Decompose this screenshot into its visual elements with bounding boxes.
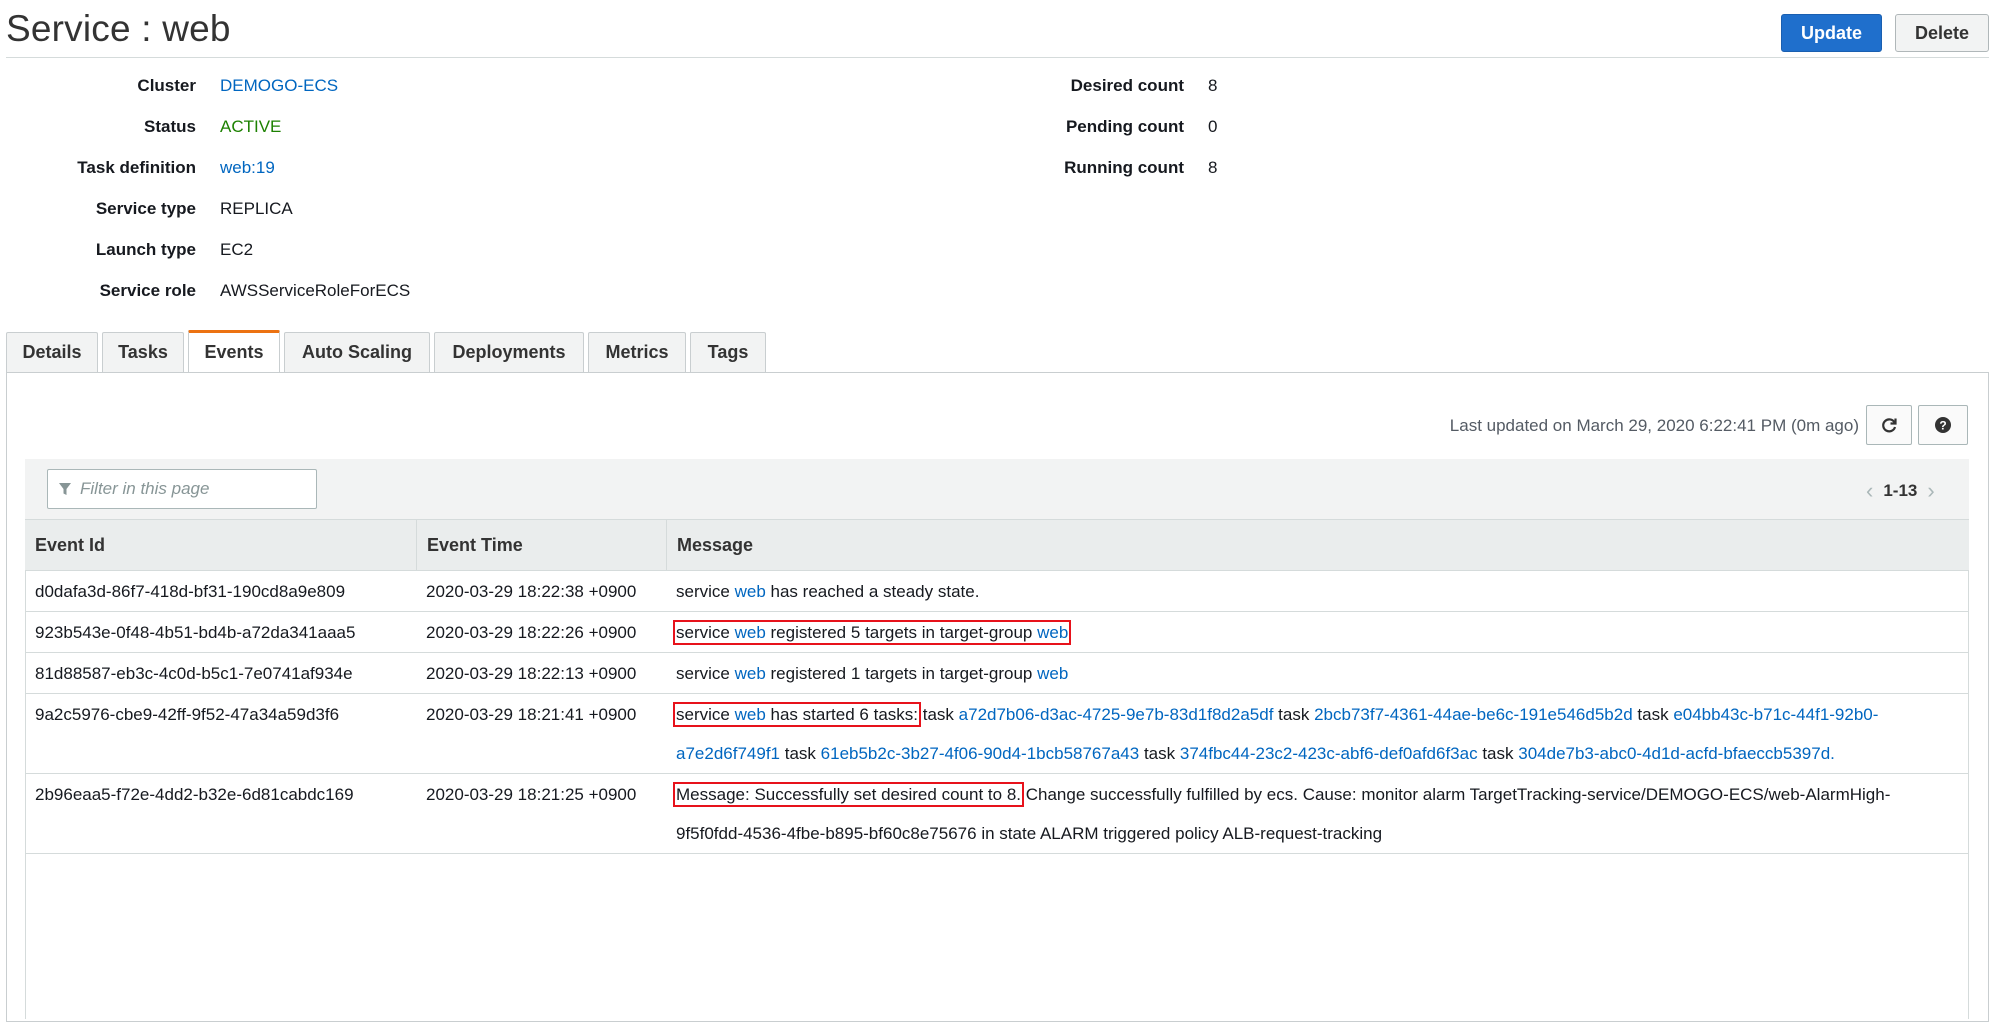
detail-label: Service type bbox=[95, 199, 196, 218]
message-link[interactable]: web bbox=[735, 664, 766, 683]
message-link[interactable]: web bbox=[735, 623, 766, 642]
message-link[interactable]: a72d7b06-d3ac-4725-9e7b-83d1f8d2a5df bbox=[959, 705, 1274, 724]
pagination: ‹ 1-13 › bbox=[1866, 478, 1935, 504]
message-cell: service web has started 6 tasks: task a7… bbox=[673, 702, 1879, 763]
column-header-event-time[interactable]: Event Time bbox=[416, 520, 666, 570]
page-range: 1-13 bbox=[1883, 481, 1918, 500]
event-time-cell: 2020-03-29 18:21:41 +0900 bbox=[426, 705, 637, 724]
table-body: d0dafa3d-86f7-418d-bf31-190cd8a9e809 2020… bbox=[25, 571, 1969, 854]
detail-label: Service role bbox=[99, 281, 196, 300]
message-link[interactable]: web bbox=[735, 705, 766, 724]
event-id-cell: 9a2c5976-cbe9-42ff-9f52-47a34a59d3f6 bbox=[35, 705, 340, 724]
delete-button[interactable]: Delete bbox=[1895, 14, 1989, 52]
help-button[interactable]: ? bbox=[1918, 405, 1968, 445]
running-count-value: 8 bbox=[1208, 158, 1218, 177]
pending-count-value: 0 bbox=[1208, 117, 1218, 136]
event-id-cell: 81d88587-eb3c-4c0d-b5c1-7e0741af934e bbox=[35, 664, 353, 683]
message-link[interactable]: 374fbc44-23c2-423c-abf6-def0afd6f3ac bbox=[1180, 744, 1478, 763]
table-row: 9a2c5976-cbe9-42ff-9f52-47a34a59d3f6 2020… bbox=[25, 694, 1969, 774]
table-row: 81d88587-eb3c-4c0d-b5c1-7e0741af934e 2020… bbox=[25, 653, 1969, 694]
service-details-right: Desired count 8 Pending count 0 Running … bbox=[0, 65, 1217, 188]
message-link[interactable]: web bbox=[1037, 623, 1068, 642]
highlight-box: service web registered 5 targets in targ… bbox=[672, 620, 1072, 645]
message-cell: service web registered 5 targets in targ… bbox=[666, 613, 1969, 652]
tab-auto-scaling[interactable]: Auto Scaling bbox=[284, 332, 430, 372]
event-id-cell: d0dafa3d-86f7-418d-bf31-190cd8a9e809 bbox=[35, 582, 346, 601]
filter-box[interactable] bbox=[47, 469, 317, 509]
prev-page-button[interactable]: ‹ bbox=[1866, 478, 1873, 504]
update-button[interactable]: Update bbox=[1781, 14, 1882, 52]
detail-label: Running count bbox=[1064, 158, 1184, 177]
message-link[interactable]: 61eb5b2c-3b27-4f06-90d4-1bcb58767a43 bbox=[821, 744, 1140, 763]
launch-type-value: EC2 bbox=[220, 240, 254, 259]
tab-details[interactable]: Details bbox=[6, 332, 98, 372]
service-type-value: REPLICA bbox=[220, 199, 293, 218]
last-updated-text: Last updated on March 29, 2020 6:22:41 P… bbox=[1449, 416, 1859, 435]
column-header-message[interactable]: Message bbox=[666, 520, 1969, 570]
detail-row-launch-type: Launch type EC2 bbox=[6, 229, 410, 270]
column-header-event-id[interactable]: Event Id bbox=[25, 520, 416, 570]
table-row: 923b543e-0f48-4b51-bd4b-a72da341aaa5 2020… bbox=[25, 612, 1969, 653]
event-time-cell: 2020-03-29 18:22:38 +0900 bbox=[426, 582, 637, 601]
desired-count-value: 8 bbox=[1208, 76, 1218, 95]
detail-label: Desired count bbox=[1070, 76, 1184, 95]
service-tabs: Details Tasks Events Auto Scaling Deploy… bbox=[6, 330, 770, 372]
title-divider bbox=[6, 57, 1989, 58]
highlight-box: Message: Successfully set desired count … bbox=[672, 782, 1025, 807]
detail-row-service-type: Service type REPLICA bbox=[6, 188, 410, 229]
event-time-cell: 2020-03-29 18:21:25 +0900 bbox=[426, 785, 637, 804]
tab-metrics[interactable]: Metrics bbox=[588, 332, 686, 372]
message-cell: Message: Successfully set desired count … bbox=[672, 782, 1891, 843]
next-page-button[interactable]: › bbox=[1927, 478, 1934, 504]
filter-input[interactable] bbox=[78, 478, 302, 500]
filter-icon bbox=[59, 483, 71, 495]
detail-label: Launch type bbox=[95, 240, 196, 259]
detail-label: Pending count bbox=[1065, 117, 1184, 136]
highlight-box: service web has started 6 tasks: bbox=[673, 702, 921, 727]
detail-row-running-count: Running count 8 bbox=[0, 147, 1217, 188]
help-icon: ? bbox=[1935, 417, 1951, 433]
detail-row-service-role: Service role AWSServiceRoleForECS bbox=[6, 270, 411, 311]
refresh-icon bbox=[1882, 418, 1897, 433]
svg-text:?: ? bbox=[1939, 419, 1946, 433]
detail-row-pending-count: Pending count 0 bbox=[0, 106, 1218, 147]
tab-deployments[interactable]: Deployments bbox=[434, 332, 584, 372]
table-row: d0dafa3d-86f7-418d-bf31-190cd8a9e809 2020… bbox=[25, 571, 1969, 612]
message-link[interactable]: web bbox=[1037, 664, 1068, 683]
table-row: 2b96eaa5-f72e-4dd2-b32e-6d81cabdc169 2020… bbox=[25, 774, 1969, 854]
event-time-cell: 2020-03-29 18:22:13 +0900 bbox=[426, 664, 637, 683]
event-id-cell: 923b543e-0f48-4b51-bd4b-a72da341aaa5 bbox=[35, 623, 356, 642]
message-link[interactable]: 304de7b3-abc0-4d1d-acfd-bfaeccb5397d. bbox=[1518, 744, 1835, 763]
message-cell: service web has reached a steady state. bbox=[676, 582, 980, 601]
table-header: Event Id Event Time Message bbox=[25, 519, 1969, 571]
page-title: Service : web bbox=[6, 8, 231, 49]
tab-events[interactable]: Events bbox=[188, 330, 280, 372]
refresh-button[interactable] bbox=[1866, 405, 1912, 445]
tab-tags[interactable]: Tags bbox=[690, 332, 766, 372]
tab-tasks[interactable]: Tasks bbox=[102, 332, 184, 372]
event-time-cell: 2020-03-29 18:22:26 +0900 bbox=[426, 623, 637, 642]
event-id-cell: 2b96eaa5-f72e-4dd2-b32e-6d81cabdc169 bbox=[35, 785, 354, 804]
message-cell: service web registered 1 targets in targ… bbox=[676, 664, 1069, 683]
service-role-value: AWSServiceRoleForECS bbox=[220, 281, 411, 300]
detail-row-desired-count: Desired count 8 bbox=[0, 65, 1218, 106]
message-link[interactable]: web bbox=[735, 582, 766, 601]
message-link[interactable]: 2bcb73f7-4361-44ae-be6c-191e546d5b2d bbox=[1314, 705, 1633, 724]
